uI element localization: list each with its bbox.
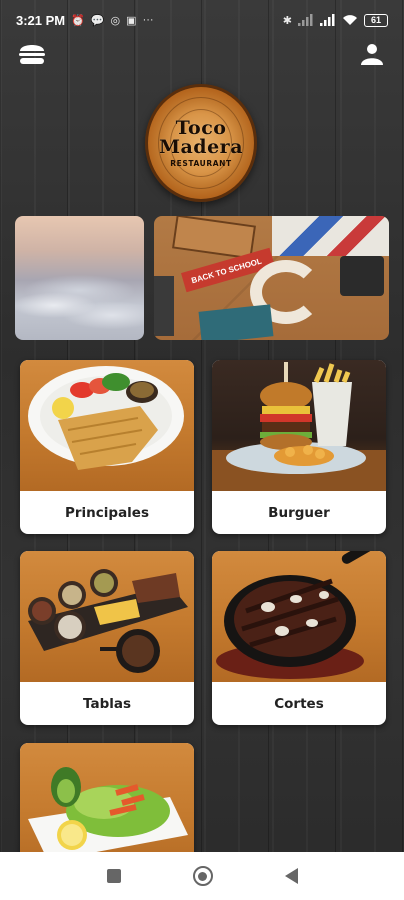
notebook-image bbox=[172, 216, 256, 260]
category-label: Principales bbox=[64, 504, 149, 521]
gallery-icon: ▣ bbox=[126, 14, 137, 27]
category-card-burguer[interactable]: Burguer bbox=[212, 360, 386, 534]
status-time: 3:21 PM bbox=[16, 12, 66, 28]
signal-icon bbox=[320, 14, 335, 26]
sharing-board-image bbox=[28, 569, 188, 673]
camera-image bbox=[340, 256, 384, 296]
burguer-photo bbox=[212, 360, 386, 491]
status-right: ✱ 61 bbox=[282, 13, 388, 27]
category-card-cortes[interactable]: Cortes bbox=[212, 551, 386, 725]
burger-icon bbox=[19, 45, 45, 64]
clouds-banner[interactable] bbox=[15, 216, 144, 340]
user-icon bbox=[361, 44, 383, 65]
alarm-icon: ⏰ bbox=[71, 14, 85, 27]
overflow-dots: ··· bbox=[142, 14, 154, 26]
recents-button[interactable] bbox=[106, 869, 121, 883]
app-bar bbox=[0, 34, 404, 74]
cortes-photo bbox=[212, 551, 386, 682]
back-button[interactable] bbox=[284, 868, 298, 884]
blueprint-image bbox=[272, 216, 389, 256]
back-to-school-banner[interactable]: BACK TO SCHOOL bbox=[154, 216, 389, 340]
home-button[interactable] bbox=[192, 866, 213, 886]
logo-text-line1: Toco bbox=[175, 116, 227, 139]
book-image bbox=[198, 304, 274, 340]
category-label: Cortes bbox=[274, 695, 324, 712]
status-left: 3:21 PM ⏰ 💬 ◎ ▣ ··· bbox=[16, 13, 154, 28]
instagram-icon: ◎ bbox=[110, 14, 121, 27]
restaurant-logo: Toco Madera RESTAURANT bbox=[145, 84, 257, 202]
burger-menu-button[interactable] bbox=[14, 36, 50, 72]
ruler-image bbox=[154, 276, 174, 336]
signal-icon bbox=[298, 14, 313, 26]
fish-plate-image bbox=[28, 366, 184, 470]
principales-photo bbox=[20, 360, 194, 491]
burger-plate-image bbox=[212, 362, 386, 491]
wifi-icon bbox=[343, 15, 357, 25]
logo-text-line2: Madera bbox=[158, 135, 244, 158]
system-nav-bar bbox=[0, 852, 404, 900]
bluetooth-icon: ✱ bbox=[282, 14, 292, 27]
chat-icon: 💬 bbox=[90, 14, 105, 27]
category-label: Burguer bbox=[268, 504, 330, 521]
category-card-principales[interactable]: Principales bbox=[20, 360, 194, 534]
logo-text-line3: RESTAURANT bbox=[170, 158, 232, 168]
tablas-photo bbox=[20, 551, 194, 682]
category-card-tablas[interactable]: Tablas bbox=[20, 551, 194, 725]
profile-button[interactable] bbox=[354, 36, 390, 72]
steak-skillet-image bbox=[216, 551, 382, 679]
battery-indicator: 61 bbox=[364, 13, 388, 27]
category-label: Tablas bbox=[82, 695, 131, 712]
